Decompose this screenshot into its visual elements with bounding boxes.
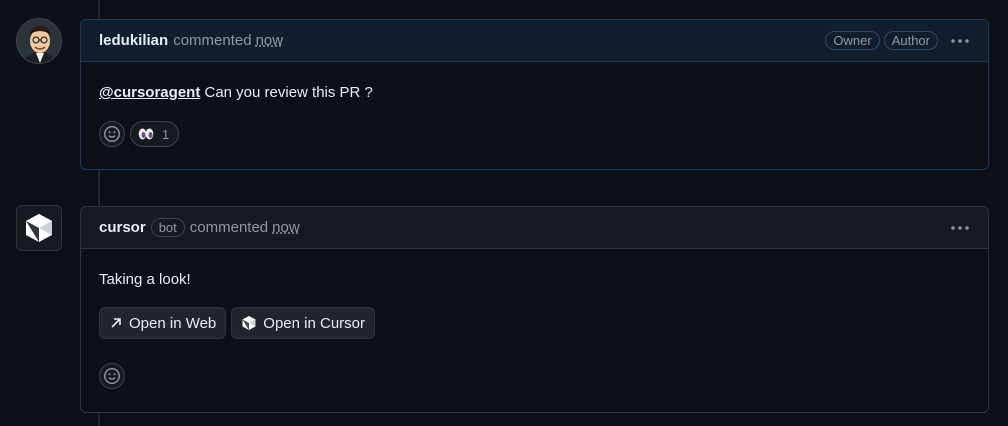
- add-reaction-button[interactable]: [99, 121, 125, 147]
- author-badge: Author: [883, 31, 938, 50]
- comment-ledukilian: ledukilian commented now Owner Author @c…: [80, 19, 989, 170]
- mention-link[interactable]: @cursoragent: [99, 84, 200, 101]
- smiley-icon: [103, 367, 121, 385]
- reactions: 1: [99, 121, 970, 147]
- avatar[interactable]: [16, 205, 62, 251]
- smiley-icon: [103, 125, 121, 143]
- more-options-icon[interactable]: [950, 218, 970, 238]
- comment-cursor: cursor bot commented now Taking a look! …: [80, 206, 989, 413]
- open-in-web-button[interactable]: Open in Web: [99, 307, 227, 339]
- comment-text: @cursoragent Can you review this PR ?: [99, 82, 970, 104]
- comment-action: commented: [173, 32, 252, 49]
- avatar[interactable]: [16, 18, 62, 64]
- cursor-logo-icon: [26, 214, 52, 242]
- arrow-up-right-icon: [111, 318, 121, 328]
- comment-body: Taking a look! Open in Web Open in Curso…: [81, 269, 988, 389]
- user-avatar-icon: [17, 19, 61, 63]
- comment-header: ledukilian commented now Owner Author: [81, 20, 988, 62]
- bot-badge: bot: [150, 218, 185, 237]
- comment-message: Taking a look!: [99, 271, 191, 288]
- owner-badge: Owner: [825, 31, 880, 50]
- comment-time[interactable]: now: [256, 32, 284, 49]
- open-in-web-label: Open in Web: [129, 314, 217, 332]
- comment-action: commented: [189, 219, 269, 236]
- eyes-icon: [138, 128, 154, 140]
- eyes-reaction[interactable]: 1: [130, 121, 180, 147]
- more-options-icon[interactable]: [950, 31, 970, 51]
- comment-message: Can you review this PR ?: [200, 84, 373, 101]
- action-row: Open in Web Open in Cursor: [99, 307, 970, 339]
- reactions: [99, 363, 970, 389]
- comment-body: @cursoragent Can you review this PR ? 1: [81, 82, 988, 147]
- comment-author[interactable]: ledukilian: [99, 32, 168, 49]
- comment-time[interactable]: now: [272, 219, 300, 236]
- add-reaction-button[interactable]: [99, 363, 125, 389]
- comment-header: cursor bot commented now: [81, 207, 988, 249]
- cursor-logo-icon: [242, 316, 256, 330]
- open-in-cursor-button[interactable]: Open in Cursor: [231, 307, 375, 339]
- open-in-cursor-label: Open in Cursor: [263, 314, 365, 332]
- reaction-count: 1: [162, 126, 170, 142]
- comment-author[interactable]: cursor: [99, 219, 146, 236]
